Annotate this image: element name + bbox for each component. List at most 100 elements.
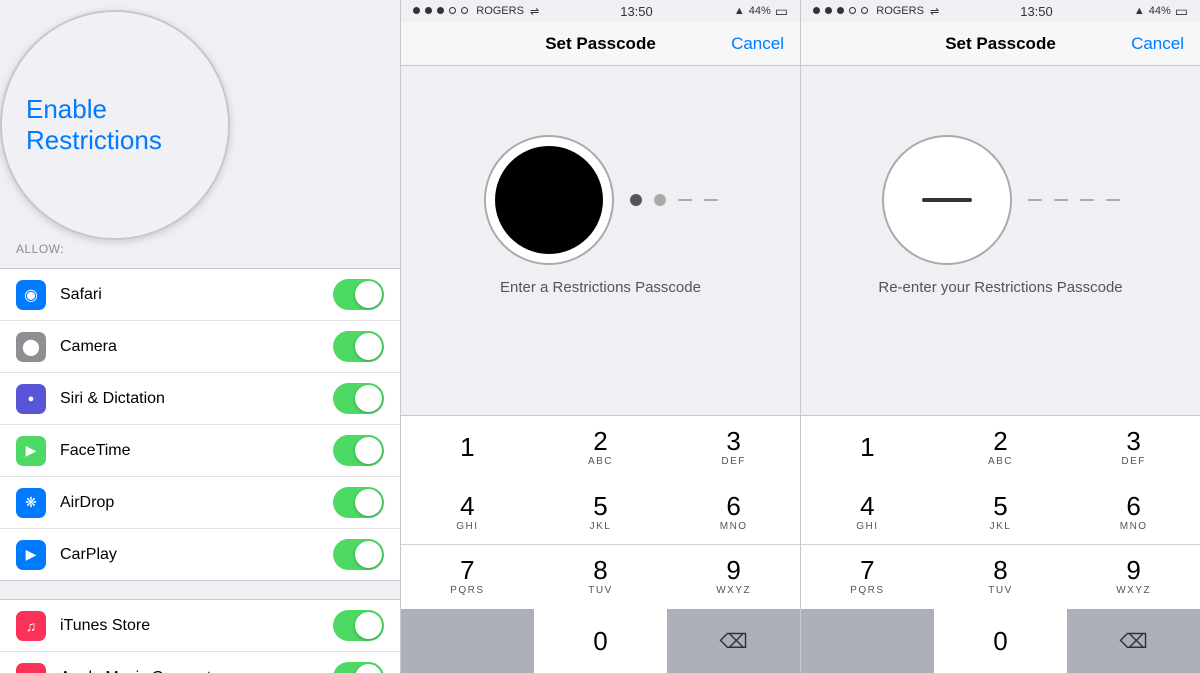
carplay-toggle[interactable] [333, 539, 384, 570]
magnifier-circle: Enable Restrictions [0, 10, 230, 240]
facetime-toggle[interactable] [333, 435, 384, 466]
mid-key-6[interactable]: 6MNO [667, 480, 800, 544]
signal-dot-2 [425, 7, 432, 14]
itunes-icon: ♫ [16, 611, 46, 641]
camera-icon: ⬤ [16, 332, 46, 362]
siri-icon: ● [16, 384, 46, 414]
settings-row-safari[interactable]: ◉ Safari [0, 269, 400, 321]
mid-passcode-circle [484, 135, 614, 265]
signal-dot-4 [449, 7, 456, 14]
right-time: 13:50 [1020, 4, 1053, 19]
mid-passcode-filled-dot [495, 146, 603, 254]
safari-toggle[interactable] [333, 279, 384, 310]
settings-row-itunes[interactable]: ♫ iTunes Store [0, 600, 400, 652]
mid-ind-dot-2 [654, 194, 666, 206]
mid-delete-icon: ⌫ [720, 629, 748, 654]
mid-numpad: 1 2ABC 3DEF 4GHI 5JKL 6MNO 7PQRS 8TUV 9W… [401, 415, 800, 673]
carplay-icon: ▶ [16, 540, 46, 570]
mid-passcode-area: Enter a Restrictions Passcode [401, 66, 800, 415]
right-delete-icon: ⌫ [1120, 629, 1148, 654]
siri-toggle[interactable] [333, 383, 384, 414]
mid-panel: ROGERS ⇌ 13:50 ▲ 44% ▭ Set Passcode Canc… [400, 0, 800, 673]
mid-nav-bar: Set Passcode Cancel [401, 22, 800, 66]
mid-ind-dash-1 [678, 199, 692, 201]
right-key-3[interactable]: 3DEF [1067, 416, 1200, 480]
right-key-1[interactable]: 1 [801, 416, 934, 480]
right-passcode-circle [882, 135, 1012, 265]
itunes-toggle[interactable] [333, 610, 384, 641]
right-key-5[interactable]: 5JKL [934, 480, 1067, 544]
right-ind-dash-1 [1028, 199, 1042, 201]
r-signal-dot-5 [861, 7, 868, 14]
mid-battery: ▲ 44% ▭ [734, 3, 788, 20]
right-carrier-name: ROGERS [876, 5, 924, 17]
right-passcode-area: Re-enter your Restrictions Passcode [801, 66, 1200, 415]
magnifier-title: Enable Restrictions [26, 94, 204, 156]
right-key-6[interactable]: 6MNO [1067, 480, 1200, 544]
right-numpad: 1 2ABC 3DEF 4GHI 5JKL 6MNO 7PQRS 8TUV 9W… [801, 415, 1200, 673]
signal-dot-1 [413, 7, 420, 14]
settings-row-music[interactable]: ♪ Apple Music Connect [0, 652, 400, 673]
music-icon: ♪ [16, 663, 46, 673]
right-key-0[interactable]: 0 [934, 609, 1067, 673]
settings-list-1: ◉ Safari ⬤ Camera ● Siri & Dictation ▶ F… [0, 268, 400, 581]
settings-row-carplay[interactable]: ▶ CarPlay [0, 529, 400, 580]
right-ind-dash-4 [1106, 199, 1120, 201]
carplay-label: CarPlay [60, 546, 333, 564]
mid-key-4[interactable]: 4GHI [401, 480, 534, 544]
settings-row-siri[interactable]: ● Siri & Dictation [0, 373, 400, 425]
facetime-label: FaceTime [60, 442, 333, 460]
right-passcode-dash [922, 198, 972, 202]
right-key-delete[interactable]: ⌫ [1067, 609, 1200, 673]
right-key-4[interactable]: 4GHI [801, 480, 934, 544]
mid-key-8[interactable]: 8TUV [534, 545, 667, 609]
right-key-7[interactable]: 7PQRS [801, 545, 934, 609]
r-signal-dot-1 [813, 7, 820, 14]
right-key-8[interactable]: 8TUV [934, 545, 1067, 609]
mid-battery-icon: ▭ [775, 3, 788, 20]
right-battery: ▲ 44% ▭ [1134, 3, 1188, 20]
settings-row-airdrop[interactable]: ❋ AirDrop [0, 477, 400, 529]
right-status-bar: ROGERS ⇌ 13:50 ▲ 44% ▭ [801, 0, 1200, 22]
right-key-2[interactable]: 2ABC [934, 416, 1067, 480]
settings-row-camera[interactable]: ⬤ Camera [0, 321, 400, 373]
siri-label: Siri & Dictation [60, 390, 333, 408]
mid-key-empty [401, 609, 534, 673]
camera-toggle[interactable] [333, 331, 384, 362]
mid-key-9[interactable]: 9WXYZ [667, 545, 800, 609]
mid-status-bar: ROGERS ⇌ 13:50 ▲ 44% ▭ [401, 0, 800, 22]
safari-icon: ◉ [16, 280, 46, 310]
mid-battery-pct: 44% [749, 5, 771, 17]
airdrop-toggle[interactable] [333, 487, 384, 518]
right-location-icon: ▲ [1134, 5, 1145, 17]
mid-key-1[interactable]: 1 [401, 416, 534, 480]
mid-key-5[interactable]: 5JKL [534, 480, 667, 544]
mid-ind-dot-1 [630, 194, 642, 206]
allow-section-header: ALLOW: [0, 234, 400, 260]
music-toggle[interactable] [333, 662, 384, 673]
right-battery-icon: ▭ [1175, 3, 1188, 20]
right-key-9[interactable]: 9WXYZ [1067, 545, 1200, 609]
mid-key-3[interactable]: 3DEF [667, 416, 800, 480]
mid-key-2[interactable]: 2ABC [534, 416, 667, 480]
settings-row-facetime[interactable]: ▶ FaceTime [0, 425, 400, 477]
camera-label: Camera [60, 338, 333, 356]
mid-wifi-icon: ⇌ [530, 5, 539, 18]
r-signal-dot-3 [837, 7, 844, 14]
mid-carrier-name: ROGERS [476, 5, 524, 17]
mid-key-delete[interactable]: ⌫ [667, 609, 800, 673]
right-passcode-prompt: Re-enter your Restrictions Passcode [878, 279, 1122, 296]
left-panel: Enable Restrictions ALLOW: ◉ Safari ⬤ Ca… [0, 0, 400, 673]
settings-list-2: ♫ iTunes Store ♪ Apple Music Connect ▪ i… [0, 599, 400, 673]
signal-dot-5 [461, 7, 468, 14]
mid-key-0[interactable]: 0 [534, 609, 667, 673]
right-cancel-button[interactable]: Cancel [1131, 34, 1184, 54]
mid-key-7[interactable]: 7PQRS [401, 545, 534, 609]
music-label: Apple Music Connect [60, 669, 333, 673]
airdrop-icon: ❋ [16, 488, 46, 518]
mid-ind-dash-2 [704, 199, 718, 201]
airdrop-label: AirDrop [60, 494, 333, 512]
right-panel: ROGERS ⇌ 13:50 ▲ 44% ▭ Set Passcode Canc… [800, 0, 1200, 673]
mid-nav-title: Set Passcode [545, 34, 656, 54]
mid-cancel-button[interactable]: Cancel [731, 34, 784, 54]
